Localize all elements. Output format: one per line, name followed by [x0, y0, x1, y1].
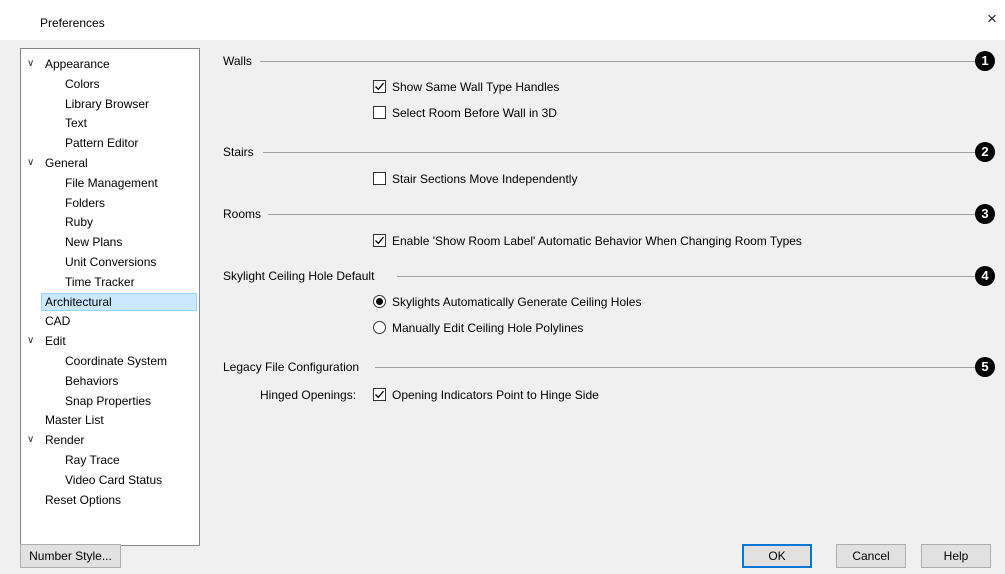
chevron-down-icon[interactable]: ∨ — [27, 154, 34, 172]
checkbox-checked-icon — [373, 80, 386, 93]
window-title: Preferences — [40, 16, 105, 30]
checkbox-label: Select Room Before Wall in 3D — [392, 106, 557, 120]
select-room-before-wall-checkbox[interactable]: Select Room Before Wall in 3D — [373, 105, 557, 121]
tree-item-snap-properties[interactable]: Snap Properties — [65, 392, 197, 410]
callout-1: 1 — [975, 51, 995, 71]
callout-5: 5 — [975, 357, 995, 377]
tree-item-edit[interactable]: ∨ Edit — [25, 332, 197, 350]
tree-item-unit-conversions[interactable]: Unit Conversions — [65, 253, 197, 271]
callout-2: 2 — [975, 142, 995, 162]
checkbox-label: Enable 'Show Room Label' Automatic Behav… — [392, 234, 802, 248]
opening-indicators-checkbox[interactable]: Opening Indicators Point to Hinge Side — [373, 387, 599, 403]
tree-item-coordinate-system[interactable]: Coordinate System — [65, 352, 197, 370]
radio-label: Skylights Automatically Generate Ceiling… — [392, 295, 642, 309]
chevron-down-icon[interactable]: ∨ — [27, 332, 34, 350]
stair-sections-move-checkbox[interactable]: Stair Sections Move Independently — [373, 171, 577, 187]
tree-item-label: Appearance — [45, 57, 110, 71]
title-bar: Preferences × — [0, 0, 1005, 40]
tree-item-label: CAD — [45, 314, 71, 329]
checkbox-label: Opening Indicators Point to Hinge Side — [392, 388, 599, 402]
tree-item-new-plans[interactable]: New Plans — [65, 233, 197, 251]
checkbox-checked-icon — [373, 234, 386, 247]
section-divider — [263, 152, 975, 153]
ok-button[interactable]: OK — [742, 544, 812, 568]
tree-item-label: Time Tracker — [65, 274, 135, 289]
tree-item-label: Unit Conversions — [65, 255, 157, 269]
section-title-legacy: Legacy File Configuration — [223, 360, 360, 374]
checkbox-unchecked-icon — [373, 172, 386, 185]
tree-item-time-tracker[interactable]: Time Tracker — [65, 273, 197, 291]
tree-item-label: Master List — [45, 413, 104, 428]
tree-item-appearance[interactable]: ∨ Appearance — [25, 55, 197, 73]
section-divider — [397, 276, 975, 277]
callout-4: 4 — [975, 266, 995, 286]
checkbox-label: Show Same Wall Type Handles — [392, 80, 560, 94]
checkbox-checked-icon — [373, 388, 386, 401]
tree-item-architectural[interactable]: Architectural — [41, 292, 197, 311]
callout-3: 3 — [975, 204, 995, 224]
tree-item-label: Coordinate System — [65, 354, 168, 368]
tree-item-behaviors[interactable]: Behaviors — [65, 372, 197, 390]
skylight-auto-radio[interactable]: Skylights Automatically Generate Ceiling… — [373, 294, 641, 310]
tree-item-general[interactable]: ∨ General — [25, 154, 197, 172]
tree-item-label: General — [45, 156, 88, 170]
section-divider — [375, 367, 975, 368]
tree-item-label: Reset Options — [45, 492, 122, 507]
tree-item-label: Text — [65, 116, 88, 131]
close-button[interactable]: × — [979, 6, 1005, 32]
checkbox-label: Stair Sections Move Independently — [392, 172, 578, 186]
section-title-skylight: Skylight Ceiling Hole Default — [223, 269, 375, 283]
enable-show-room-label-checkbox[interactable]: Enable 'Show Room Label' Automatic Behav… — [373, 233, 802, 249]
section-title-rooms: Rooms — [223, 207, 262, 221]
section-title-stairs: Stairs — [223, 145, 254, 159]
radio-selected-icon — [373, 295, 386, 308]
tree-item-label: New Plans — [65, 235, 123, 250]
tree-item-reset-options[interactable]: Reset Options — [25, 491, 197, 509]
chevron-down-icon[interactable]: ∨ — [27, 431, 34, 449]
tree-item-colors[interactable]: Colors — [65, 75, 197, 93]
tree-item-cad[interactable]: CAD — [25, 312, 197, 330]
skylight-manual-radio[interactable]: Manually Edit Ceiling Hole Polylines — [373, 320, 583, 336]
checkbox-unchecked-icon — [373, 106, 386, 119]
tree-item-label: Ray Trace — [65, 453, 120, 467]
tree-item-label: Library Browser — [65, 96, 150, 111]
tree-item-label: Architectural — [45, 294, 112, 309]
preferences-panel: Walls 1 Show Same Wall Type Handles Sele… — [210, 40, 1005, 540]
tree-item-ruby[interactable]: Ruby — [65, 213, 197, 231]
chevron-down-icon[interactable]: ∨ — [27, 55, 34, 73]
help-button[interactable]: Help — [921, 544, 991, 568]
tree-item-video-card-status[interactable]: Video Card Status — [65, 471, 197, 489]
radio-label: Manually Edit Ceiling Hole Polylines — [392, 321, 584, 335]
tree-item-text[interactable]: Text — [65, 114, 197, 132]
tree-item-label: Ruby — [65, 215, 94, 230]
section-title-walls: Walls — [223, 54, 252, 68]
show-same-wall-type-handles-checkbox[interactable]: Show Same Wall Type Handles — [373, 79, 559, 95]
tree-item-ray-trace[interactable]: Ray Trace — [65, 451, 197, 469]
tree-item-folders[interactable]: Folders — [65, 194, 197, 212]
tree-item-label: Snap Properties — [65, 393, 152, 408]
tree-item-library-browser[interactable]: Library Browser — [65, 95, 197, 113]
category-tree[interactable]: ∨ Appearance Colors Library Browser Text Patt… — [20, 48, 200, 546]
tree-item-label: Behaviors — [65, 373, 119, 388]
radio-unselected-icon — [373, 321, 386, 334]
tree-item-label: Pattern Editor — [65, 136, 139, 151]
tree-item-master-list[interactable]: Master List — [25, 411, 197, 429]
section-divider — [268, 214, 975, 215]
tree-item-label: Video Card Status — [65, 472, 163, 487]
close-icon: × — [987, 9, 997, 28]
hinged-openings-label: Hinged Openings: — [260, 388, 357, 402]
tree-item-label: Edit — [45, 334, 66, 349]
section-divider — [260, 61, 975, 62]
tree-item-label: Folders — [65, 195, 106, 210]
number-style-button[interactable]: Number Style... — [20, 544, 121, 568]
tree-item-label: Colors — [65, 76, 100, 91]
tree-item-render[interactable]: ∨ Render — [25, 431, 197, 449]
tree-item-label: Render — [45, 433, 85, 448]
tree-item-label: File Management — [65, 175, 158, 190]
cancel-button[interactable]: Cancel — [836, 544, 906, 568]
tree-item-file-management[interactable]: File Management — [65, 174, 197, 192]
tree-item-pattern-editor[interactable]: Pattern Editor — [65, 134, 197, 152]
